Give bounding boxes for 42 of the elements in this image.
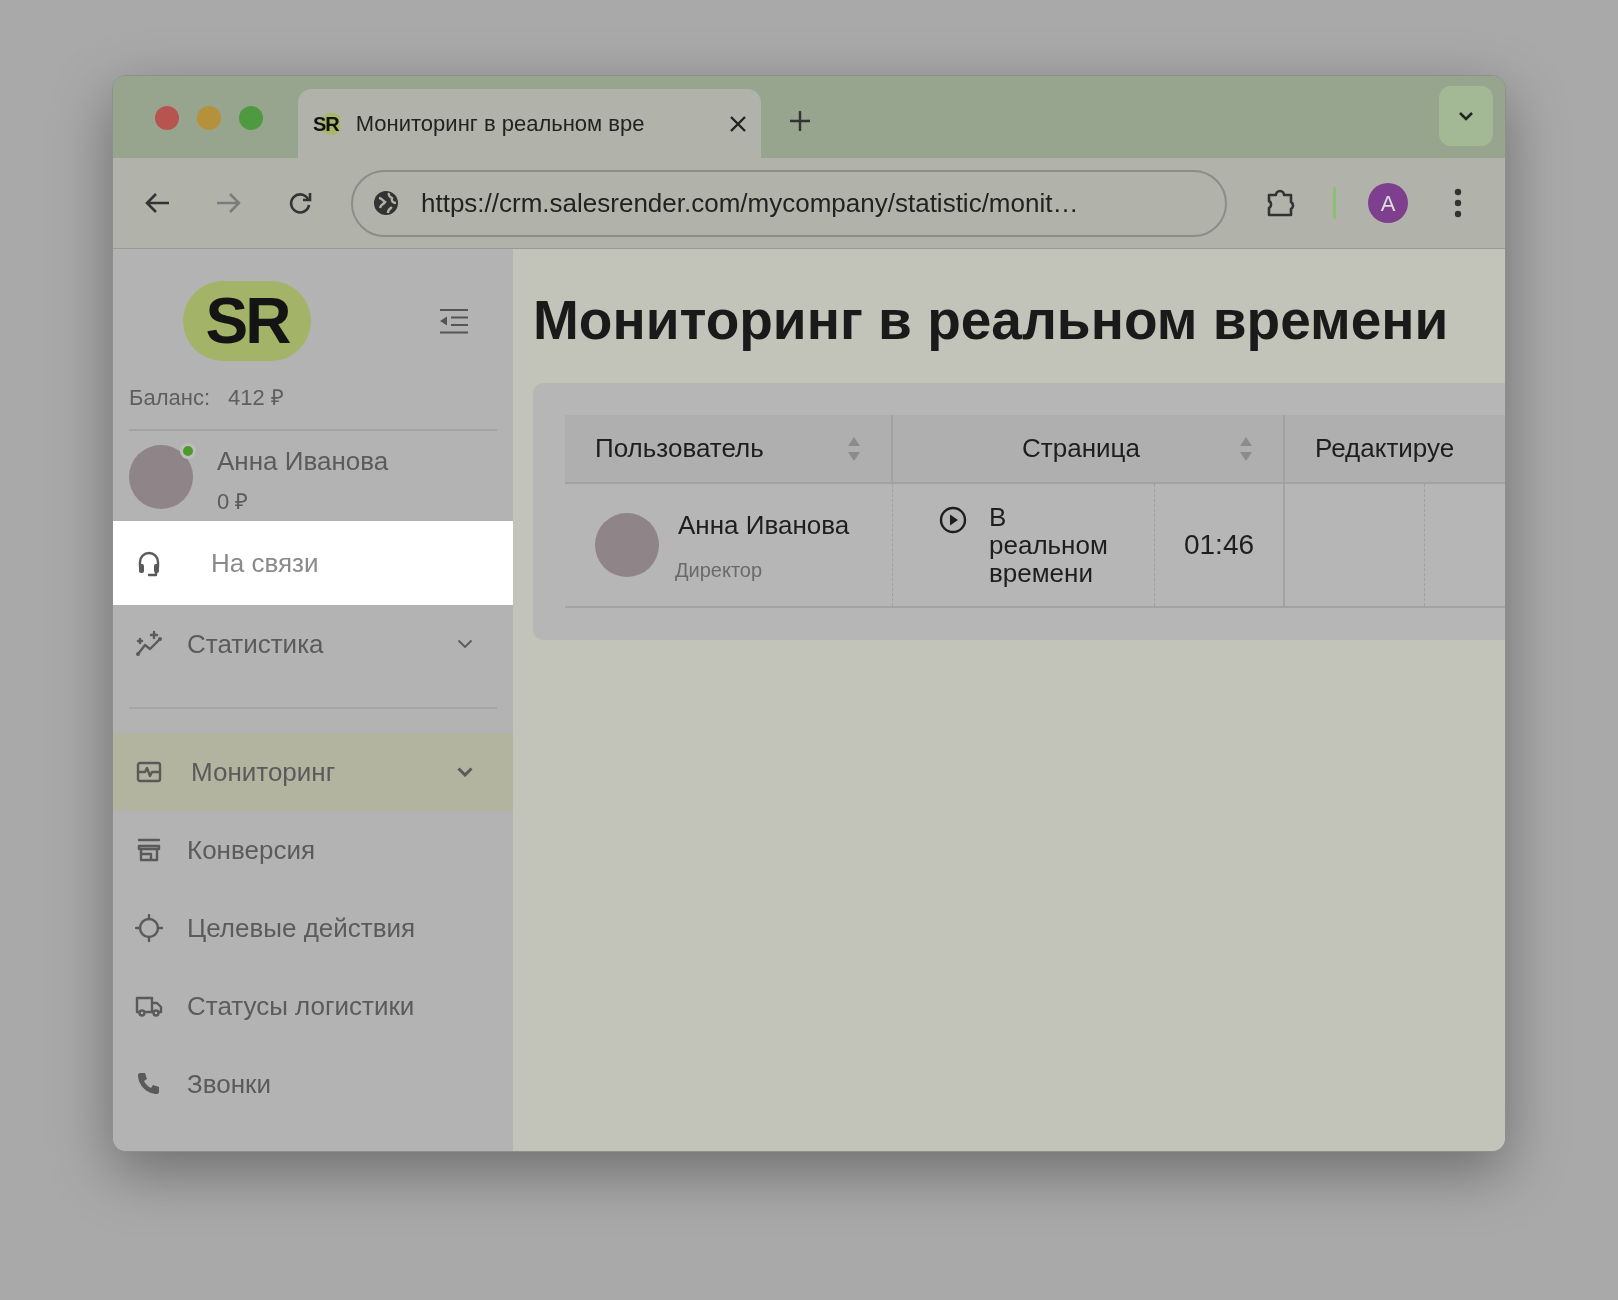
duration: 01:46 (1183, 528, 1255, 562)
nav-item[interactable]: Звонки (113, 1045, 513, 1123)
back-icon[interactable] (143, 191, 171, 215)
chevron-down-icon (457, 767, 473, 777)
address-field[interactable]: https://crm.salesrender.com/mycompany/statistic/monit… (351, 169, 1227, 237)
column-header[interactable]: Страница (893, 415, 1285, 482)
forward-icon[interactable] (215, 191, 243, 215)
profile-avatar[interactable]: A (1368, 183, 1408, 223)
user-role: Директор (675, 557, 764, 583)
nav-item[interactable]: Мониторинг (113, 733, 513, 811)
nav-item[interactable]: На связи (113, 521, 513, 605)
nav-item[interactable]: Конверсия (113, 811, 513, 889)
more-menu-icon[interactable] (1454, 188, 1462, 218)
column-header: Редактируе (1314, 432, 1456, 465)
sparkle-chart-icon (135, 630, 163, 658)
user-name: Анна Иванова (217, 445, 389, 477)
browser-tab[interactable]: SR Мониторинг в реальном вре (298, 89, 761, 158)
page-title: Мониторинг в реальном времени (533, 288, 1450, 353)
globe-icon (373, 190, 399, 216)
new-tab-icon[interactable] (789, 110, 811, 132)
collapse-menu-icon[interactable] (439, 308, 469, 334)
column-header[interactable]: Пользователь (565, 415, 893, 482)
balance-label: Баланс: (129, 383, 210, 412)
close-tab-icon[interactable] (729, 114, 747, 133)
storefront-icon (135, 836, 163, 864)
nav-item[interactable]: Статистика (113, 605, 513, 683)
extensions-icon[interactable] (1265, 187, 1297, 219)
url-text: https://crm.salesrender.com/mycompany/statistic/monit… (421, 186, 1079, 220)
nav-item[interactable]: Статусы логистики (113, 967, 513, 1045)
logo: SR (183, 281, 311, 361)
chevron-down-icon (1458, 111, 1474, 121)
nav-item[interactable]: Целевые действия (113, 889, 513, 967)
crosshair-icon (135, 914, 163, 942)
play-circle-icon (939, 506, 967, 534)
close-window-icon[interactable] (155, 106, 179, 130)
balance-value: 412 ₽ (228, 383, 284, 412)
tab-title: Мониторинг в реальном вре (355, 110, 645, 138)
page-status: В реальном времени (989, 503, 1109, 587)
reload-icon[interactable] (287, 190, 313, 216)
chevron-down-icon (457, 639, 473, 649)
user-balance: 0 ₽ (217, 488, 250, 516)
user-name: Анна Иванова (678, 508, 850, 542)
